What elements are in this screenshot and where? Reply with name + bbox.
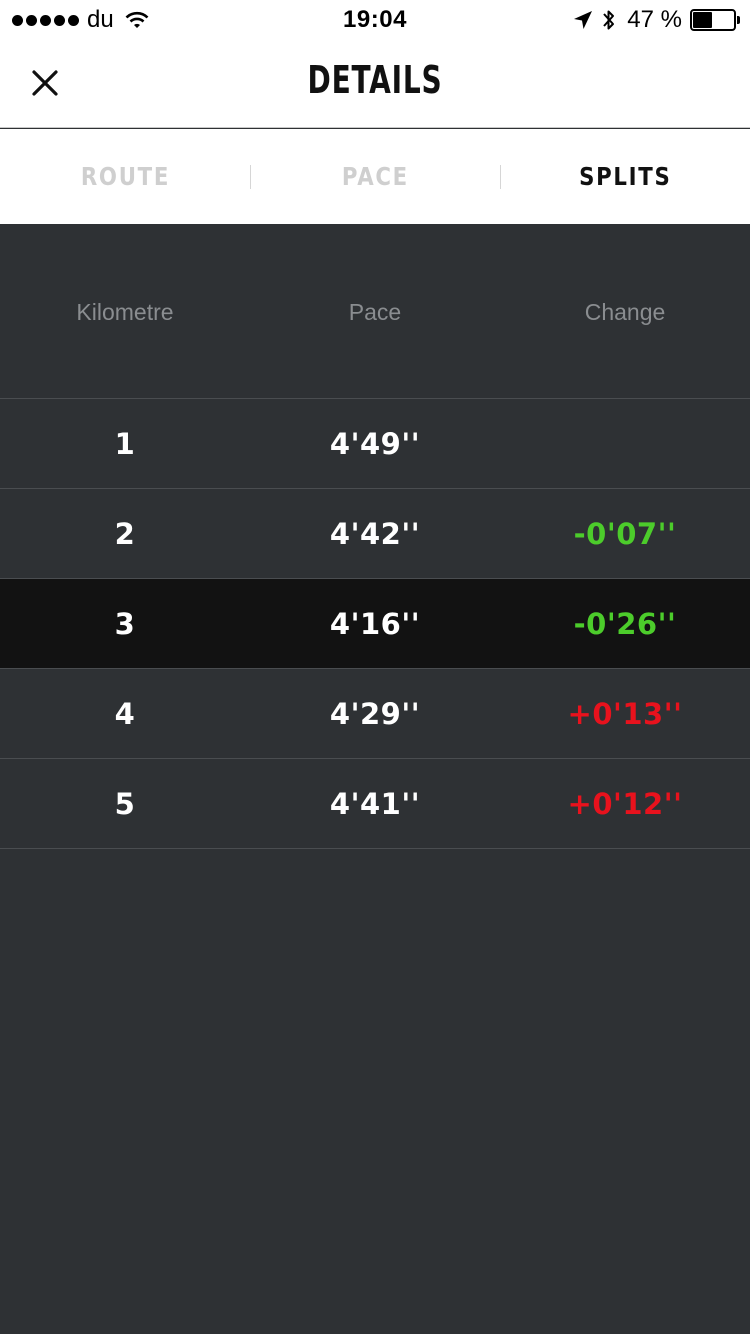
km-cell: 1 (114, 426, 136, 461)
table-row[interactable]: 5 4'41'' +0'12'' (0, 759, 750, 849)
tab-splits[interactable]: SPLITS (500, 129, 750, 224)
status-bar: du 19:04 47 % (0, 0, 750, 40)
km-cell: 3 (114, 606, 136, 641)
km-cell: 5 (114, 786, 136, 821)
km-cell: 4 (114, 696, 136, 731)
tab-divider (500, 165, 501, 189)
location-arrow-icon (574, 11, 593, 29)
change-cell: +0'12'' (567, 786, 683, 821)
table-row[interactable]: 1 4'49'' (0, 399, 750, 489)
page-title: DETAILS (307, 58, 443, 102)
tab-label: PACE (341, 162, 409, 191)
table-row[interactable]: 4 4'29'' +0'13'' (0, 669, 750, 759)
change-cell: +0'13'' (567, 696, 683, 731)
tab-label: SPLITS (578, 162, 672, 191)
table-rows: 1 4'49'' 2 4'42'' -0'07'' 3 4'16'' -0'26… (0, 399, 750, 849)
tab-divider (250, 165, 251, 189)
header-change: Change (584, 299, 666, 325)
table-header: Kilometre Pace Change (0, 224, 750, 399)
pace-cell: 4'49'' (329, 426, 421, 461)
pace-cell: 4'16'' (329, 606, 421, 641)
header-pace: Pace (348, 299, 402, 325)
bluetooth-icon (603, 10, 615, 30)
tab-pace[interactable]: PACE (250, 129, 500, 224)
splits-table: Kilometre Pace Change 1 4'49'' 2 4'42'' … (0, 224, 750, 1334)
close-button[interactable] (22, 60, 68, 106)
pace-cell: 4'41'' (329, 786, 421, 821)
tab-route[interactable]: ROUTE (0, 129, 250, 224)
table-row[interactable]: 3 4'16'' -0'26'' (0, 579, 750, 669)
close-icon (32, 70, 58, 96)
change-cell: -0'26'' (573, 606, 677, 641)
table-row[interactable]: 2 4'42'' -0'07'' (0, 489, 750, 579)
pace-cell: 4'42'' (329, 516, 421, 551)
status-right: 47 % (573, 6, 740, 34)
km-cell: 2 (114, 516, 136, 551)
tab-label: ROUTE (80, 162, 170, 191)
tab-bar: ROUTE PACE SPLITS (0, 129, 750, 224)
change-cell: -0'07'' (573, 516, 677, 551)
pace-cell: 4'29'' (329, 696, 421, 731)
header-kilometre: Kilometre (76, 299, 174, 325)
battery-icon (690, 9, 740, 31)
nav-bar: DETAILS (0, 40, 750, 128)
battery-percent: 47 % (627, 6, 682, 33)
